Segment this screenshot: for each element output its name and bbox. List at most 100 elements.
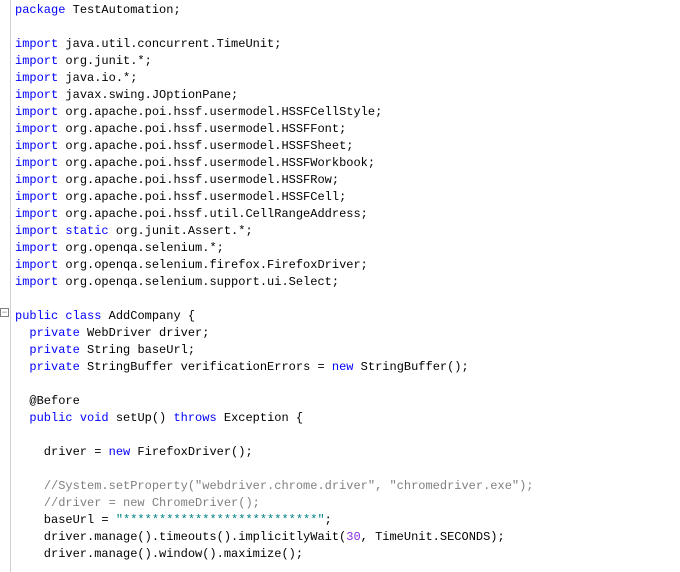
token-id: org.apache.poi.hssf.usermodel.HSSFCell;: [58, 190, 346, 204]
code-line[interactable]: import org.openqa.selenium.*;: [15, 240, 680, 257]
token-id: org.apache.poi.hssf.usermodel.HSSFCellSt…: [58, 105, 382, 119]
token-id: java.util.concurrent.TimeUnit;: [58, 37, 281, 51]
token-id: [73, 411, 80, 425]
token-kw: private: [29, 360, 79, 374]
token-id: org.openqa.selenium.*;: [58, 241, 224, 255]
token-kw: private: [29, 343, 79, 357]
gutter: −: [0, 0, 11, 572]
code-line[interactable]: //driver = new ChromeDriver();: [15, 495, 680, 512]
token-kw: new: [109, 445, 131, 459]
token-id: java.io.*;: [58, 71, 137, 85]
token-kw: import: [15, 37, 58, 51]
token-kw: import: [15, 122, 58, 136]
token-str: "***************************": [116, 513, 325, 527]
token-kw: import: [15, 88, 58, 102]
token-kw: private: [29, 326, 79, 340]
code-line[interactable]: [15, 461, 680, 478]
token-kw: import: [15, 258, 58, 272]
token-id: baseUrl =: [15, 513, 116, 527]
token-kw: class: [65, 309, 101, 323]
token-kw: import: [15, 224, 58, 238]
code-line[interactable]: import org.apache.poi.hssf.usermodel.HSS…: [15, 189, 680, 206]
token-kw: throws: [173, 411, 216, 425]
token-kw: import: [15, 207, 58, 221]
token-id: driver =: [15, 445, 109, 459]
code-line[interactable]: driver.manage().timeouts().implicitlyWai…: [15, 529, 680, 546]
code-line[interactable]: import org.apache.poi.hssf.usermodel.HSS…: [15, 155, 680, 172]
code-line[interactable]: import org.apache.poi.hssf.util.CellRang…: [15, 206, 680, 223]
token-kw: static: [65, 224, 108, 238]
token-id: String baseUrl;: [80, 343, 195, 357]
code-line[interactable]: import org.openqa.selenium.firefox.Firef…: [15, 257, 680, 274]
token-id: ;: [325, 513, 332, 527]
token-kw: import: [15, 190, 58, 204]
code-line[interactable]: import javax.swing.JOptionPane;: [15, 87, 680, 104]
code-line[interactable]: import org.openqa.selenium.support.ui.Se…: [15, 274, 680, 291]
code-line[interactable]: private WebDriver driver;: [15, 325, 680, 342]
code-line[interactable]: private String baseUrl;: [15, 342, 680, 359]
fold-toggle-icon[interactable]: −: [0, 308, 9, 317]
token-id: Exception {: [217, 411, 303, 425]
code-line[interactable]: @Before: [15, 393, 680, 410]
code-line[interactable]: package TestAutomation;: [15, 2, 680, 19]
code-line[interactable]: driver.manage().window().maximize();: [15, 546, 680, 563]
code-line[interactable]: import org.apache.poi.hssf.usermodel.HSS…: [15, 121, 680, 138]
token-kw: void: [80, 411, 109, 425]
token-kw: public: [29, 411, 72, 425]
token-id: driver.manage().window().maximize();: [15, 547, 303, 561]
code-line[interactable]: public void setUp() throws Exception {: [15, 410, 680, 427]
token-id: [15, 479, 44, 493]
token-id: org.apache.poi.hssf.usermodel.HSSFFont;: [58, 122, 346, 136]
token-com: //System.setProperty("webdriver.chrome.d…: [44, 479, 534, 493]
code-line[interactable]: [15, 291, 680, 308]
token-id: StringBuffer verificationErrors =: [80, 360, 332, 374]
code-line[interactable]: baseUrl = "***************************";: [15, 512, 680, 529]
code-line[interactable]: public class AddCompany {: [15, 308, 680, 325]
code-line[interactable]: driver = new FirefoxDriver();: [15, 444, 680, 461]
token-kw: import: [15, 71, 58, 85]
token-kw: import: [15, 241, 58, 255]
token-id: @Before: [15, 394, 80, 408]
token-kw: import: [15, 139, 58, 153]
token-kw: new: [332, 360, 354, 374]
token-id: org.openqa.selenium.support.ui.Select;: [58, 275, 339, 289]
code-editor: − package TestAutomation; import java.uti…: [0, 0, 680, 572]
code-area[interactable]: package TestAutomation; import java.util.…: [11, 0, 680, 572]
code-line[interactable]: import org.apache.poi.hssf.usermodel.HSS…: [15, 172, 680, 189]
code-line[interactable]: import org.apache.poi.hssf.usermodel.HSS…: [15, 138, 680, 155]
code-line[interactable]: import java.io.*;: [15, 70, 680, 87]
token-kw: import: [15, 105, 58, 119]
token-id: org.junit.*;: [58, 54, 152, 68]
token-id: [15, 360, 29, 374]
code-line[interactable]: [15, 19, 680, 36]
code-line[interactable]: import static org.junit.Assert.*;: [15, 223, 680, 240]
token-id: javax.swing.JOptionPane;: [58, 88, 238, 102]
code-line[interactable]: private StringBuffer verificationErrors …: [15, 359, 680, 376]
token-id: org.apache.poi.hssf.usermodel.HSSFSheet;: [58, 139, 353, 153]
token-kw: import: [15, 275, 58, 289]
code-line[interactable]: import org.junit.*;: [15, 53, 680, 70]
token-com: //driver = new ChromeDriver();: [44, 496, 260, 510]
token-kw: public: [15, 309, 58, 323]
code-line[interactable]: [15, 376, 680, 393]
token-id: org.apache.poi.hssf.usermodel.HSSFRow;: [58, 173, 339, 187]
token-id: StringBuffer();: [353, 360, 468, 374]
token-kw: import: [15, 54, 58, 68]
token-id: AddCompany {: [101, 309, 195, 323]
code-line[interactable]: //System.setProperty("webdriver.chrome.d…: [15, 478, 680, 495]
token-id: TestAutomation;: [65, 3, 180, 17]
code-line[interactable]: [15, 427, 680, 444]
token-kw: import: [15, 173, 58, 187]
token-id: WebDriver driver;: [80, 326, 210, 340]
token-id: setUp(): [109, 411, 174, 425]
token-id: [15, 496, 44, 510]
code-line[interactable]: import org.apache.poi.hssf.usermodel.HSS…: [15, 104, 680, 121]
token-kw: import: [15, 156, 58, 170]
token-id: driver.manage().timeouts().implicitlyWai…: [15, 530, 346, 544]
token-id: [15, 343, 29, 357]
token-id: org.apache.poi.hssf.util.CellRangeAddres…: [58, 207, 368, 221]
token-num: 30: [346, 530, 360, 544]
code-line[interactable]: import java.util.concurrent.TimeUnit;: [15, 36, 680, 53]
token-id: org.apache.poi.hssf.usermodel.HSSFWorkbo…: [58, 156, 375, 170]
token-id: FirefoxDriver();: [130, 445, 252, 459]
